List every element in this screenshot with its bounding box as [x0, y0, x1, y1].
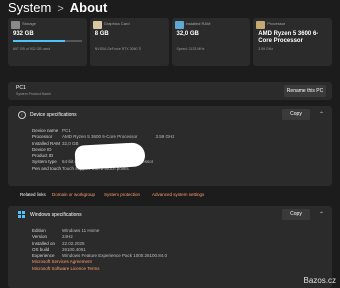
storage-icon — [11, 21, 20, 29]
terms-link-row: Microsoft Software Licence Terms — [32, 266, 167, 272]
related-links-bar: Related links Domain or workgroup System… — [8, 190, 332, 201]
spec-value: 32,0 GB — [62, 140, 79, 146]
windows-logo-icon — [18, 211, 25, 218]
redaction-mark — [74, 142, 146, 170]
copy-device-specs-button[interactable]: Copy — [282, 109, 310, 120]
rename-pc-button[interactable]: Rename this PC — [284, 85, 326, 97]
storage-usage-bar — [13, 40, 82, 42]
pc-name-panel: PC1 System Product Name Rename this PC — [8, 82, 332, 100]
breadcrumb-parent[interactable]: System — [8, 0, 51, 15]
windows-specifications-header[interactable]: Windows specifications Copy ⌃ — [8, 206, 332, 224]
section-title: Windows specifications — [30, 212, 82, 218]
licence-terms-link[interactable]: Microsoft Software Licence Terms — [32, 266, 99, 272]
system-protection-link[interactable]: System protection — [104, 192, 140, 197]
advanced-system-settings-link[interactable]: Advanced system settings — [152, 192, 204, 197]
pc-type: System Product Name — [16, 92, 52, 96]
spec-key: Pen and touch — [32, 165, 62, 171]
card-value: AMD Ryzen 5 3600 6-Core Processor — [258, 31, 319, 44]
processor-card[interactable]: Processor AMD Ryzen 5 3600 6-Core Proces… — [253, 18, 332, 66]
card-value: 932 GB — [13, 31, 34, 37]
card-label: Processor — [267, 21, 286, 26]
breadcrumb-separator: > — [57, 3, 64, 15]
card-value: 8 GB — [94, 31, 109, 37]
breadcrumb: System > About — [8, 0, 107, 15]
card-label: Installed RAM — [185, 21, 211, 26]
ram-icon — [174, 21, 184, 29]
device-specifications-header[interactable]: i Device specifications Copy ⌃ — [8, 106, 332, 124]
windows-specifications-panel: Windows specifications Copy ⌃ Edition Win… — [8, 206, 332, 288]
graphics-card-icon — [92, 21, 102, 29]
info-icon: i — [18, 111, 26, 119]
card-sub: 3.59 GHz — [258, 47, 274, 51]
page-title: About — [69, 0, 108, 15]
processor-icon — [256, 21, 266, 29]
device-specifications-panel: i Device specifications Copy ⌃ Device na… — [8, 106, 332, 186]
chevron-up-icon[interactable]: ⌃ — [319, 111, 324, 118]
related-links-label: Related links — [20, 192, 46, 197]
chevron-up-icon[interactable]: ⌃ — [319, 211, 324, 218]
spec-cards: Storage 932 GB 697 GB of 932 GB used Gra… — [8, 18, 332, 66]
watermark: Bazos.cz — [303, 276, 336, 285]
storage-card[interactable]: Storage 932 GB 697 GB of 932 GB used — [8, 18, 87, 66]
card-value: 32,0 GB — [176, 31, 199, 37]
card-label: Graphics Card — [103, 21, 130, 26]
graphics-card[interactable]: Graphics Card 8 GB NVIDIA GeForce RTX 30… — [89, 18, 169, 66]
section-title: Device specifications — [30, 112, 77, 118]
pc-name: PC1 — [16, 85, 26, 91]
card-sub: Speed: 2133 MHz — [176, 47, 205, 51]
card-sub: NVIDIA GeForce RTX 3060 Ti — [94, 47, 142, 51]
card-label: Storage — [22, 21, 37, 26]
ram-card[interactable]: Installed RAM 32,0 GB Speed: 2133 MHz — [171, 18, 251, 66]
windows-specs-list: Edition Windows 11 Home Version 24H2 Insta… — [32, 228, 167, 272]
spec-extra: 3.59 GHz — [155, 134, 175, 140]
domain-workgroup-link[interactable]: Domain or workgroup — [52, 192, 95, 197]
copy-windows-specs-button[interactable]: Copy — [282, 209, 310, 220]
card-sub: 697 GB of 932 GB used — [13, 47, 51, 51]
